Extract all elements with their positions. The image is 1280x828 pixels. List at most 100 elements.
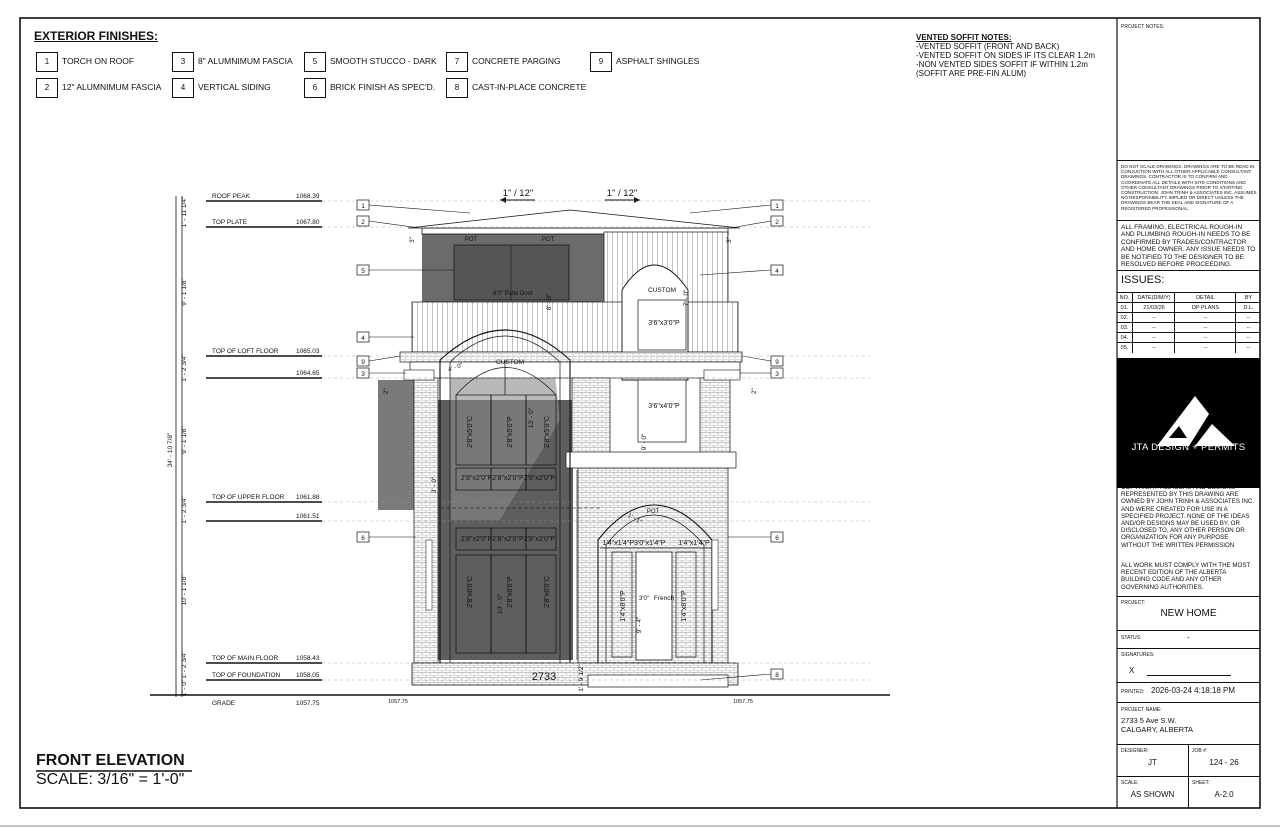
window-size-label: 3'6"x4'0"P — [648, 403, 680, 410]
status-value: - — [1187, 633, 1190, 642]
sidelite-label: 1'4"x8'0"P — [620, 590, 627, 622]
issues-cell: -- — [1174, 342, 1236, 353]
address-number: 2733 — [532, 671, 556, 683]
window-size-label: 2'8"x6'0"C — [544, 576, 551, 608]
scale-value: AS SHOWN — [1130, 790, 1175, 799]
vertical-dimension: 9' - 1 1/8" — [181, 426, 188, 454]
trim-dimension: 3" — [726, 236, 733, 243]
window-size-label: 2'8"x6'0"C — [467, 576, 474, 608]
level-elevation: 1058.05 — [296, 672, 320, 679]
issues-title: ISSUES: — [1121, 274, 1165, 286]
job-value: 124 - 26 — [1209, 758, 1239, 767]
window-size-label: 2'8"x5'0"P — [507, 416, 514, 448]
transom-label: 2'8"x2'0"P2'8"x2'0"P2'8"x2'0"P — [461, 536, 555, 543]
patio-door-label: 8'0" Patio Door — [493, 291, 533, 297]
drawing-sheet: EXTERIOR FINISHES: 1 TORCH ON ROOF 2 12" AL… — [0, 0, 1280, 828]
level-name: TOP PLATE — [212, 219, 248, 226]
pot-label: POT — [465, 237, 478, 243]
callout-number-left: 6 — [361, 535, 365, 542]
level-elevation: 1067.80 — [296, 219, 320, 226]
vertical-dimension: 1' - 2 3/4" — [181, 496, 188, 524]
window-dimension: 13' - 0" — [528, 407, 535, 428]
sidelite-label: 1'4"x8'0"P — [681, 590, 688, 622]
project-notes-label: PROJECT NOTES: — [1121, 24, 1165, 30]
entry-transom-label: 1'4"x1'4"P3'0"x1'4"P — [603, 540, 666, 547]
copyright-note: COPYRIGHT: ALL IDEAS AND DESIGNS REPRESE… — [1121, 484, 1255, 549]
trim-dimension: 2" — [751, 387, 758, 394]
printed-value: 2026-03-24 4:18:18 PM — [1151, 686, 1236, 695]
custom-window-label: CUSTOM — [496, 359, 524, 366]
vertical-dimension: 1' - 2 3/4" — [181, 354, 188, 382]
issues-cell: 05. — [1117, 342, 1132, 353]
level-name: ROOF PEAK — [212, 193, 251, 200]
title-block: PROJECT NOTES: DO NOT SCALE DRAWINGS. DR… — [1117, 18, 1261, 808]
trim-dimension: 2" — [383, 387, 390, 394]
window-dimension: 9' - 0" — [641, 433, 648, 450]
callout-number-right: 1 — [775, 203, 779, 210]
code-compliance-note: ALL WORK MUST COMPLY WITH THE MOST RECEN… — [1121, 562, 1251, 591]
window-size-label: 2'8"x5'0"C — [467, 416, 474, 448]
window-size-label: 2'8"x6'0"P — [507, 576, 514, 608]
callout-number-right: 6 — [775, 535, 779, 542]
callout-number-right: 9 — [775, 359, 779, 366]
project-name-line2: CALGARY, ALBERTA — [1121, 725, 1193, 734]
pot-label: POT — [542, 237, 555, 243]
level-elevation: 1057.75 — [296, 700, 320, 707]
overall-dimension: 34' - 10 7/8" — [167, 432, 174, 467]
project-label: PROJECT: — [1121, 600, 1146, 606]
signature-line — [1147, 675, 1231, 676]
logo-text: JTA DESIGN + PERMITS — [1131, 442, 1246, 453]
trim-dimension: 3" — [409, 236, 416, 243]
callout-number-right: 4 — [775, 268, 779, 275]
signature-mark: X — [1129, 666, 1135, 675]
callout-number-left: 9 — [361, 359, 365, 366]
window-dimension: 10' - 0" — [497, 593, 504, 614]
window-dimension: 3' - 0" — [431, 476, 438, 493]
callout-number-left: 4 — [361, 335, 365, 342]
french-door-label: French — [654, 595, 675, 602]
vertical-dimension: 1' - 2 3/4" — [181, 651, 188, 679]
level-elevation: 1061.88 — [296, 494, 320, 501]
level-name: TOP OF LOFT FLOOR — [212, 348, 279, 355]
vertical-dimension: 9' - 1 1/8" — [181, 278, 188, 306]
designer-value: JT — [1148, 758, 1157, 767]
level-elevation: 1065.03 — [296, 348, 320, 355]
signatures-label: SIGNATURES: — [1121, 652, 1155, 658]
door-width-label: 3'0" — [639, 596, 649, 602]
drawing-scale: SCALE: 3/16" = 1'-0" — [36, 771, 185, 788]
project-name-line1: 2733 5 Ave S.W. — [1121, 716, 1177, 725]
entry-step-dimension: 1' - 9 1/2" — [578, 664, 585, 692]
vertical-dimension: 10' - 1 1/8" — [181, 574, 188, 606]
vertical-dimension: 1' - 0" — [181, 679, 188, 696]
callout-number-right: 3 — [775, 371, 779, 378]
level-name: TOP OF UPPER FLOOR — [212, 494, 285, 501]
transom-label: 2'8"x2'0"P2'8"x2'0"P2'8"x2'0"P — [461, 475, 555, 482]
callout-number-right: 2 — [775, 219, 779, 226]
level-name: TOP OF MAIN FLOOR — [212, 655, 279, 662]
designer-label: DESIGNER: — [1121, 748, 1149, 754]
job-label: JOB #: — [1192, 748, 1208, 754]
grade-label-left: 1057.75 — [388, 699, 408, 705]
callout-number-left: 5 — [361, 268, 365, 275]
window-dimension: 8' - 0" — [546, 293, 553, 310]
level-name: TOP OF FOUNDATION — [212, 672, 281, 679]
printed-label: PRINTED: — [1121, 689, 1145, 695]
project-value: NEW HOME — [1160, 608, 1217, 619]
vertical-dimension: 1' - 11 1/4" — [181, 196, 188, 227]
issues-cell: -- — [1132, 342, 1175, 353]
level-elevation: 1064.65 — [296, 370, 320, 377]
entry-transom-label: 1'4"x1'4"P — [678, 540, 710, 547]
roof-slope-right: 1" / 12" — [607, 188, 638, 199]
window-size-label: 2'8"x5'0"C — [544, 416, 551, 448]
callout-number-left: 2 — [361, 219, 365, 226]
window-dimension: 7' - 0" — [683, 289, 690, 306]
level-elevation: 1061.51 — [296, 513, 320, 520]
company-logo: JTA DESIGN + PERMITS — [1117, 358, 1260, 488]
window-size-label: 3'6"x3'0"P — [648, 320, 680, 327]
drawing-title: FRONT ELEVATION — [36, 752, 185, 769]
pot-label: POT — [647, 509, 660, 515]
callout-number-left: 3 — [361, 371, 365, 378]
level-elevation: 1058.43 — [296, 655, 320, 662]
status-label: STATUS: — [1121, 635, 1142, 641]
custom-window-label: CUSTOM — [648, 287, 676, 294]
